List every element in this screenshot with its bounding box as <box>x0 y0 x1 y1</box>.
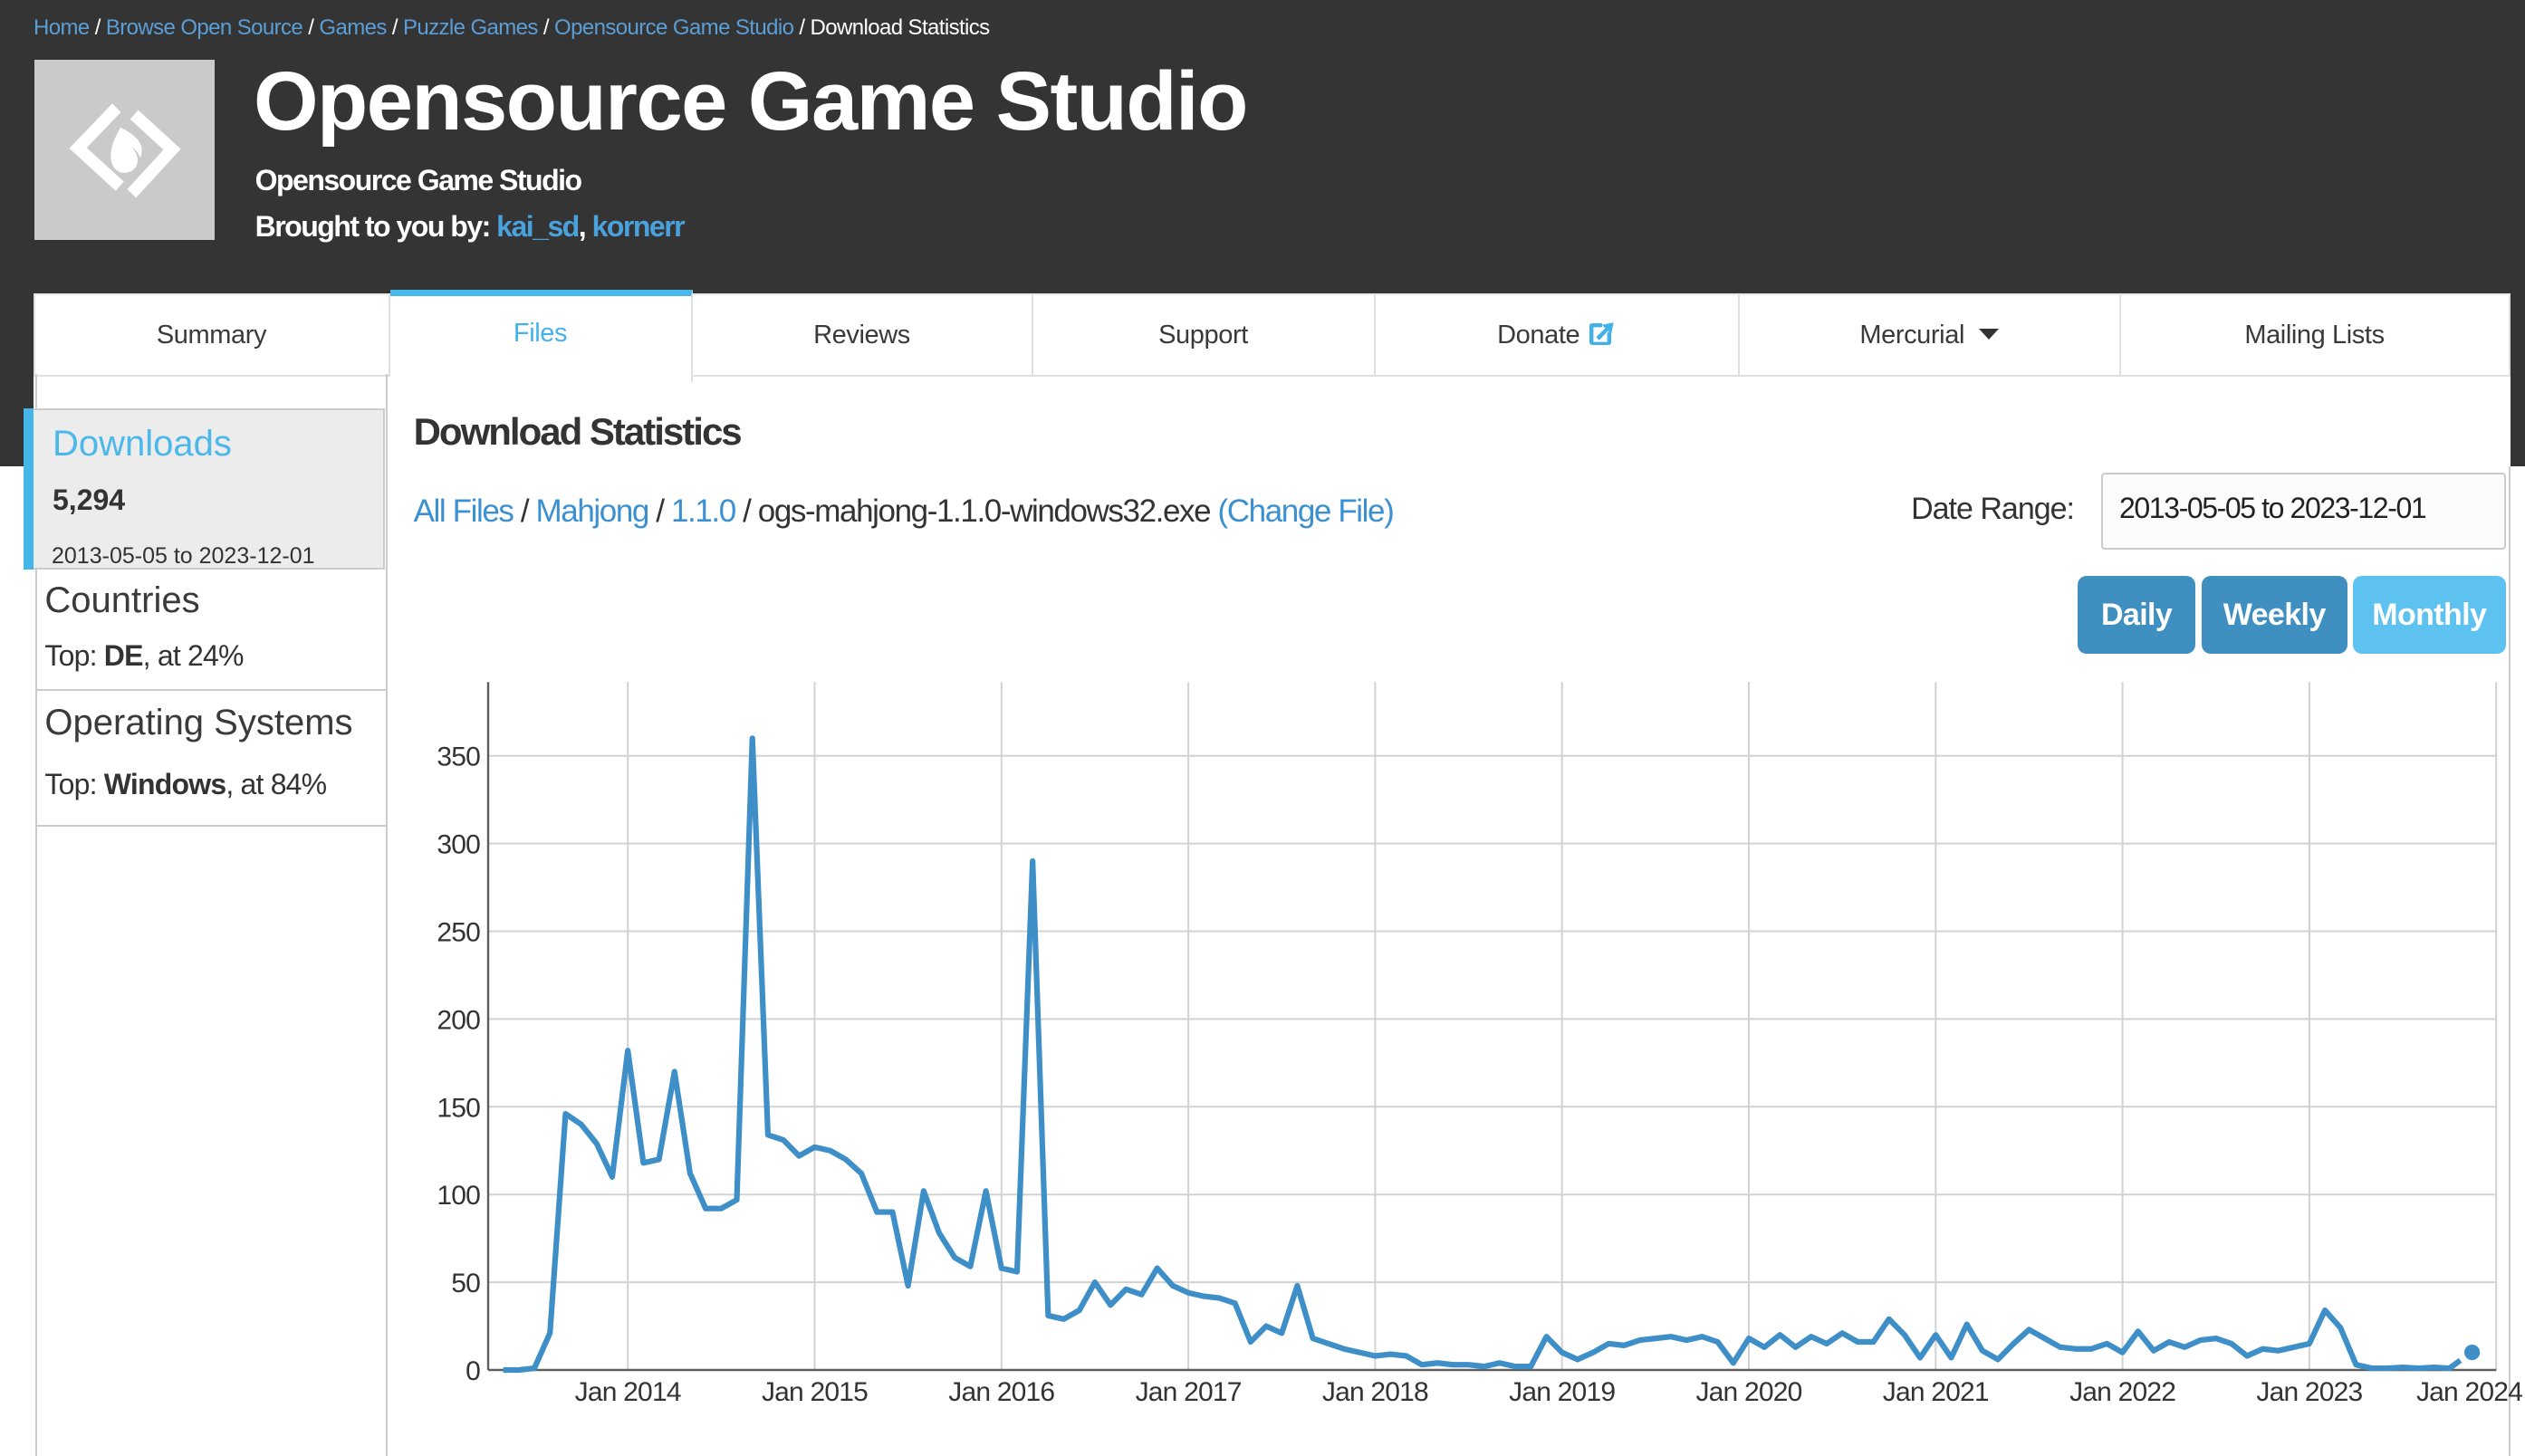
svg-text:200: 200 <box>437 1005 480 1035</box>
svg-text:Jan 2015: Jan 2015 <box>762 1377 868 1407</box>
svg-text:300: 300 <box>437 830 480 860</box>
svg-text:Jan 2023: Jan 2023 <box>2256 1377 2362 1407</box>
svg-text:Jan 2018: Jan 2018 <box>1322 1377 1428 1407</box>
svg-text:250: 250 <box>437 918 480 948</box>
svg-text:100: 100 <box>437 1181 480 1211</box>
svg-text:150: 150 <box>437 1093 480 1123</box>
svg-text:350: 350 <box>437 742 480 772</box>
svg-text:Jan 2021: Jan 2021 <box>1883 1377 1989 1407</box>
svg-text:Jan 2020: Jan 2020 <box>1695 1377 1801 1407</box>
svg-text:Jan 2014: Jan 2014 <box>575 1377 681 1407</box>
svg-text:Jan 2022: Jan 2022 <box>2069 1377 2175 1407</box>
svg-text:50: 50 <box>451 1269 480 1298</box>
svg-text:Jan 2016: Jan 2016 <box>948 1377 1054 1407</box>
svg-text:Jan 2017: Jan 2017 <box>1136 1377 1242 1407</box>
svg-text:0: 0 <box>466 1356 480 1386</box>
svg-text:Jan 2024: Jan 2024 <box>2416 1377 2522 1407</box>
svg-text:Jan 2019: Jan 2019 <box>1509 1377 1615 1407</box>
